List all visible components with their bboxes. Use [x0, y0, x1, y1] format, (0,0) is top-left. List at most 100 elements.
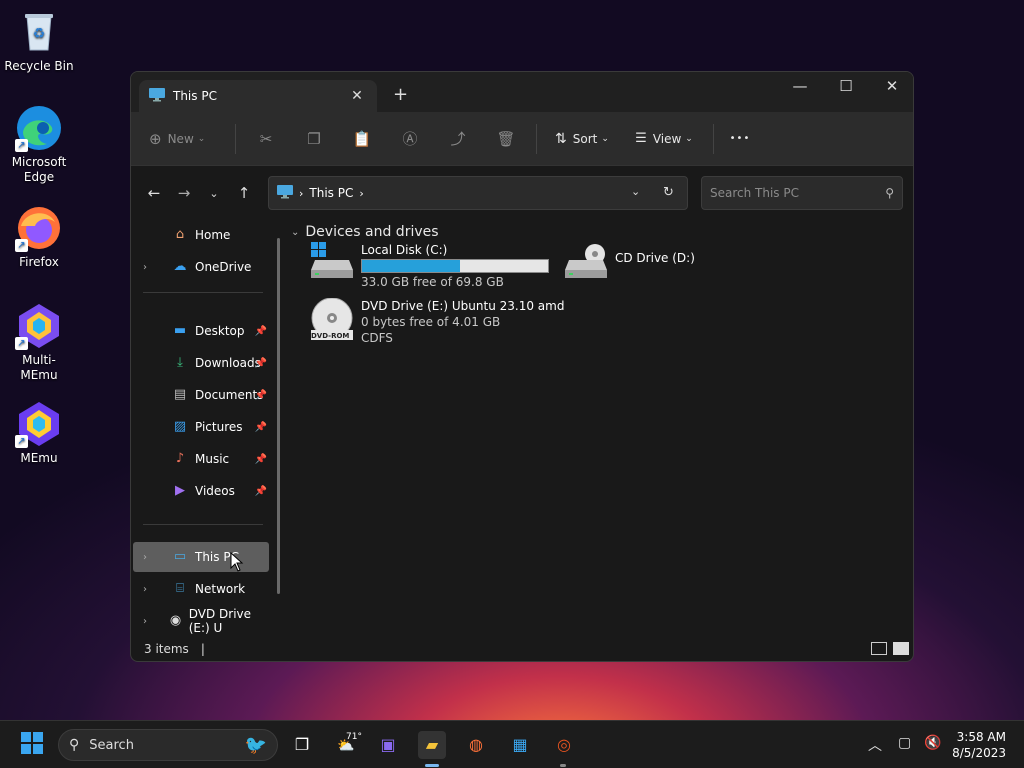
paste-button[interactable]: 📋 — [338, 121, 386, 157]
minimize-button[interactable]: — — [777, 72, 823, 102]
chevron-right-icon[interactable]: › — [143, 262, 157, 273]
cd-drive-icon — [563, 242, 609, 282]
search-icon: ⚲ — [885, 186, 894, 200]
navigation-pane-scrollbar[interactable] — [277, 238, 280, 594]
new-tab-button[interactable]: + — [393, 84, 408, 105]
sidebar-item-music[interactable]: ♪ Music 📌 — [133, 444, 269, 474]
shortcut-arrow-icon: ↗ — [15, 435, 28, 448]
title-bar: This PC ✕ + — ☐ ✕ — [131, 72, 913, 112]
sidebar-item-dvd-drive[interactable]: › ◉ DVD Drive (E:) U — [133, 606, 269, 636]
view-button[interactable]: ☰ View ⌄ — [621, 121, 707, 157]
ubuntu-app-button[interactable]: ◎ — [550, 731, 578, 759]
new-button[interactable]: ⊕ New ⌄ — [149, 121, 229, 157]
shortcut-arrow-icon: ↗ — [15, 239, 28, 252]
large-icons-view-icon[interactable] — [893, 642, 909, 655]
widgets-button[interactable]: ⛅ 71° — [332, 731, 362, 759]
drive-name: Local Disk (C:) — [361, 243, 448, 257]
start-button[interactable] — [18, 731, 46, 759]
command-bar: ⊕ New ⌄ ✂ ❐ 📋 Ⓐ ⤴ 🗑 ⇅ Sort ⌄ ☰ View ⌄ ••… — [131, 112, 913, 166]
delete-button[interactable]: 🗑 — [482, 121, 530, 157]
desktop-icon-microsoft-edge[interactable]: ↗ Microsoft Edge — [4, 104, 74, 185]
sidebar-item-home[interactable]: ⌂ Home — [133, 220, 269, 250]
network-status-icon[interactable]: ▢ — [898, 735, 911, 751]
desktop-icon-firefox[interactable]: ↗ Firefox — [4, 204, 74, 270]
drive-file-system: CDFS — [361, 331, 393, 345]
sidebar-item-pictures[interactable]: ▨ Pictures 📌 — [133, 412, 269, 442]
share-button[interactable]: ⤴ — [434, 121, 482, 157]
pin-icon[interactable]: 📌 — [255, 358, 267, 369]
desktop-icon-memu[interactable]: ↗ MEmu — [4, 400, 74, 466]
sidebar-item-downloads[interactable]: ⤓ Downloads 📌 — [133, 348, 269, 378]
task-view-button[interactable]: ❐ — [288, 731, 316, 759]
pin-icon[interactable]: 📌 — [255, 486, 267, 497]
search-icon: ⚲ — [69, 737, 80, 753]
copy-button[interactable]: ❐ — [290, 121, 338, 157]
monitor-icon — [149, 87, 165, 105]
address-bar[interactable]: › This PC › ⌄ ↻ — [268, 176, 688, 210]
search-placeholder: Search This PC — [710, 186, 799, 200]
drive-local-disk-c[interactable]: Local Disk (C:) 33.0 GB free of 69.8 GB — [309, 242, 549, 290]
sidebar-item-label: Home — [195, 228, 231, 242]
system-clock[interactable]: 3:58 AM 8/5/2023 — [952, 729, 1006, 761]
search-highlight-bird-icon: 🐦 — [244, 734, 267, 756]
pin-icon[interactable]: 📌 — [255, 454, 267, 465]
desktop-icon-label: Firefox — [19, 255, 59, 269]
breadcrumb-separator-icon[interactable]: › — [299, 187, 303, 200]
back-arrow-icon[interactable]: ← — [139, 184, 169, 202]
chevron-right-icon[interactable]: › — [143, 584, 157, 595]
recent-locations-chevron-icon[interactable]: ⌄ — [199, 187, 229, 200]
firefox-taskbar-button[interactable]: ◍ — [462, 731, 490, 759]
cut-button[interactable]: ✂ — [242, 121, 290, 157]
firefox-icon: ◍ — [469, 735, 483, 754]
pin-icon[interactable]: 📌 — [255, 422, 267, 433]
desktop-icon-recycle-bin[interactable]: ♻ Recycle Bin — [4, 8, 74, 74]
drive-dvd-drive-e[interactable]: DVD-ROM DVD Drive (E:) Ubuntu 23.10 amd … — [309, 297, 564, 346]
sidebar-item-desktop[interactable]: ▬ Desktop 📌 — [133, 316, 269, 346]
sort-button[interactable]: ⇅ Sort ⌄ — [543, 121, 621, 157]
breadcrumb-separator-icon[interactable]: › — [359, 187, 363, 200]
taskbar-search-box[interactable]: ⚲ Search 🐦 — [58, 729, 278, 761]
store-bag-icon: ▦ — [512, 735, 528, 754]
section-header-devices[interactable]: ⌄ Devices and drives — [291, 224, 901, 240]
pin-icon[interactable]: 📌 — [255, 390, 267, 401]
chevron-right-icon[interactable]: › — [143, 552, 157, 563]
mouse-cursor-icon — [230, 552, 244, 572]
hard-drive-windows-icon — [309, 242, 355, 282]
sidebar-item-network[interactable]: › ⌸ Network — [133, 574, 269, 604]
pin-icon[interactable]: 📌 — [255, 326, 267, 337]
status-bar: 3 items | — [131, 637, 913, 661]
rename-button[interactable]: Ⓐ — [386, 121, 434, 157]
close-tab-icon[interactable]: ✕ — [347, 88, 367, 104]
desktop-icon-multi-memu[interactable]: ↗ Multi-MEmu — [4, 302, 74, 383]
sidebar-item-this-pc[interactable]: › ▭ This PC — [133, 542, 269, 572]
file-explorer-taskbar-button[interactable]: ▰ — [418, 731, 446, 759]
document-icon: ▤ — [173, 387, 187, 402]
sidebar-item-videos[interactable]: ▶ Videos 📌 — [133, 476, 269, 506]
scissors-icon: ✂ — [259, 129, 273, 148]
copy-icon: ❐ — [307, 129, 321, 148]
search-input[interactable]: Search This PC ⚲ — [701, 176, 903, 210]
details-view-icon[interactable] — [871, 642, 887, 655]
sidebar-item-documents[interactable]: ▤ Documents 📌 — [133, 380, 269, 410]
chevron-down-icon: ⌄ — [291, 226, 300, 238]
breadcrumb-this-pc[interactable]: This PC — [309, 186, 353, 200]
sort-arrows-icon: ⇅ — [555, 130, 567, 147]
cloud-icon: ☁ — [173, 259, 187, 274]
teams-chat-button[interactable]: ▣ — [374, 731, 402, 759]
desktop-icon-label: Multi-MEmu — [20, 353, 58, 382]
more-options-button[interactable]: ••• — [720, 121, 760, 157]
sidebar-item-onedrive[interactable]: › ☁ OneDrive — [133, 252, 269, 282]
drive-cd-drive-d[interactable]: CD Drive (D:) — [563, 242, 695, 282]
maximize-button[interactable]: ☐ — [823, 72, 869, 102]
up-arrow-icon[interactable]: ↑ — [229, 184, 259, 202]
address-history-chevron-icon[interactable]: ⌄ — [631, 185, 640, 198]
tab-this-pc[interactable]: This PC ✕ — [139, 80, 377, 112]
volume-muted-icon[interactable]: 🔇 — [924, 735, 941, 751]
forward-arrow-icon[interactable]: → — [169, 184, 199, 202]
chevron-right-icon[interactable]: › — [143, 616, 154, 627]
close-window-button[interactable]: ✕ — [869, 72, 913, 102]
show-hidden-icons-chevron-icon[interactable]: ︿ — [868, 735, 882, 755]
microsoft-store-button[interactable]: ▦ — [506, 731, 534, 759]
refresh-icon[interactable]: ↻ — [663, 185, 674, 200]
sidebar-item-label: Videos — [195, 484, 235, 498]
